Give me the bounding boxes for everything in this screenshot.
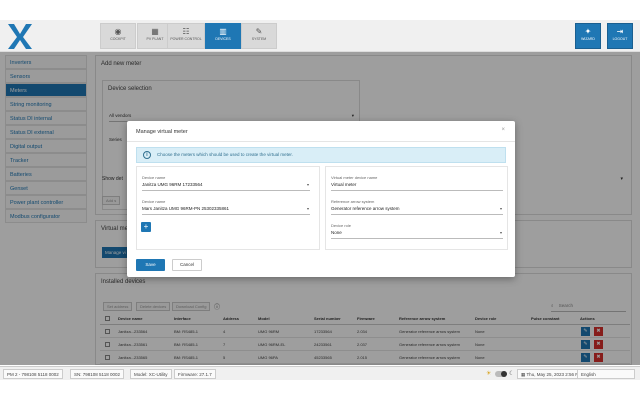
wrench-icon: ✎ xyxy=(255,27,263,36)
dialog-divider xyxy=(127,141,515,142)
wand-icon: ✦ xyxy=(584,27,592,36)
status-bar: PM 2 - 798108 5118 0002 SN: 798108 5118 … xyxy=(0,366,640,380)
logout-icon: ⇥ xyxy=(616,27,624,36)
toggle-knob xyxy=(501,371,507,377)
cancel-button[interactable]: Cancel xyxy=(172,259,202,271)
status-firmware: Firmware: 27.1.7 xyxy=(174,369,216,379)
dialog-title: Manage virtual meter xyxy=(136,129,188,135)
device-role-label: Device role xyxy=(331,223,352,228)
tab-devices[interactable]: ▥ DEVICES xyxy=(205,23,241,49)
language-select[interactable]: English xyxy=(577,369,635,379)
caret-down-icon: ▾ xyxy=(306,182,309,187)
device1-select[interactable]: Janitza UMG 96RM 17233564 ▾ xyxy=(142,182,310,191)
devices-icon: ▥ xyxy=(219,27,227,36)
top-navigation: ◉ COCKPIT ▦ PV PLANT ☷ POWER CONTROL ▥ D… xyxy=(0,20,640,52)
caret-down-icon: ▾ xyxy=(499,230,502,235)
save-button[interactable]: Save xyxy=(136,259,165,271)
moon-icon: ☾ xyxy=(509,371,515,377)
device2-select[interactable]: Mars Janitza UMG 96RM-PN 25302335861 ▾ xyxy=(142,206,310,215)
power-control-icon: ☷ xyxy=(182,27,190,36)
sun-icon: ☀ xyxy=(486,371,492,377)
status-pm: PM 2 - 798108 5118 0002 xyxy=(3,369,63,379)
theme-toggle[interactable] xyxy=(495,371,507,377)
vm-name-input[interactable]: Virtual meter xyxy=(331,182,503,191)
tab-cockpit[interactable]: ◉ COCKPIT xyxy=(100,23,136,49)
device-role-select[interactable]: None ▾ xyxy=(331,230,503,239)
info-icon: i xyxy=(143,151,151,159)
status-datetime: ▦ Thu, May 25, 2023 2:56 PM xyxy=(517,369,586,379)
device2-label: Device name xyxy=(142,199,166,204)
ref-arrow-label: Reference arrow system xyxy=(331,199,375,204)
wizard-button[interactable]: ✦ WIZARD xyxy=(575,23,601,49)
tab-system[interactable]: ✎ SYSTEM xyxy=(241,23,277,49)
calendar-icon: ▦ xyxy=(521,372,526,377)
logo-icon xyxy=(8,24,32,49)
manage-virtual-meter-dialog: Manage virtual meter × i Choose the mete… xyxy=(127,121,515,277)
vm-name-label: Virtual meter device name xyxy=(331,175,378,180)
add-meter-icon[interactable]: + xyxy=(141,222,151,232)
virtual-meter-settings-column: Virtual meter device name Virtual meter … xyxy=(325,166,508,250)
gauge-icon: ◉ xyxy=(114,27,122,36)
info-alert: i Choose the meters which should be used… xyxy=(136,147,506,163)
caret-down-icon: ▾ xyxy=(499,206,502,211)
tab-power-control[interactable]: ☷ POWER CONTROL xyxy=(167,23,205,49)
meter-selection-column: Device name Janitza UMG 96RM 17233564 ▾ … xyxy=(136,166,320,250)
caret-down-icon: ▾ xyxy=(306,206,309,211)
status-model: Model: XC-Utility xyxy=(130,369,172,379)
device1-label: Device name xyxy=(142,175,166,180)
status-sn: SN: 798108 5118 0002 xyxy=(70,369,124,379)
close-icon[interactable]: × xyxy=(501,127,505,133)
ref-arrow-select[interactable]: Generator reference arrow system ▾ xyxy=(331,206,503,215)
logout-button[interactable]: ⇥ LOGOUT xyxy=(607,23,633,49)
